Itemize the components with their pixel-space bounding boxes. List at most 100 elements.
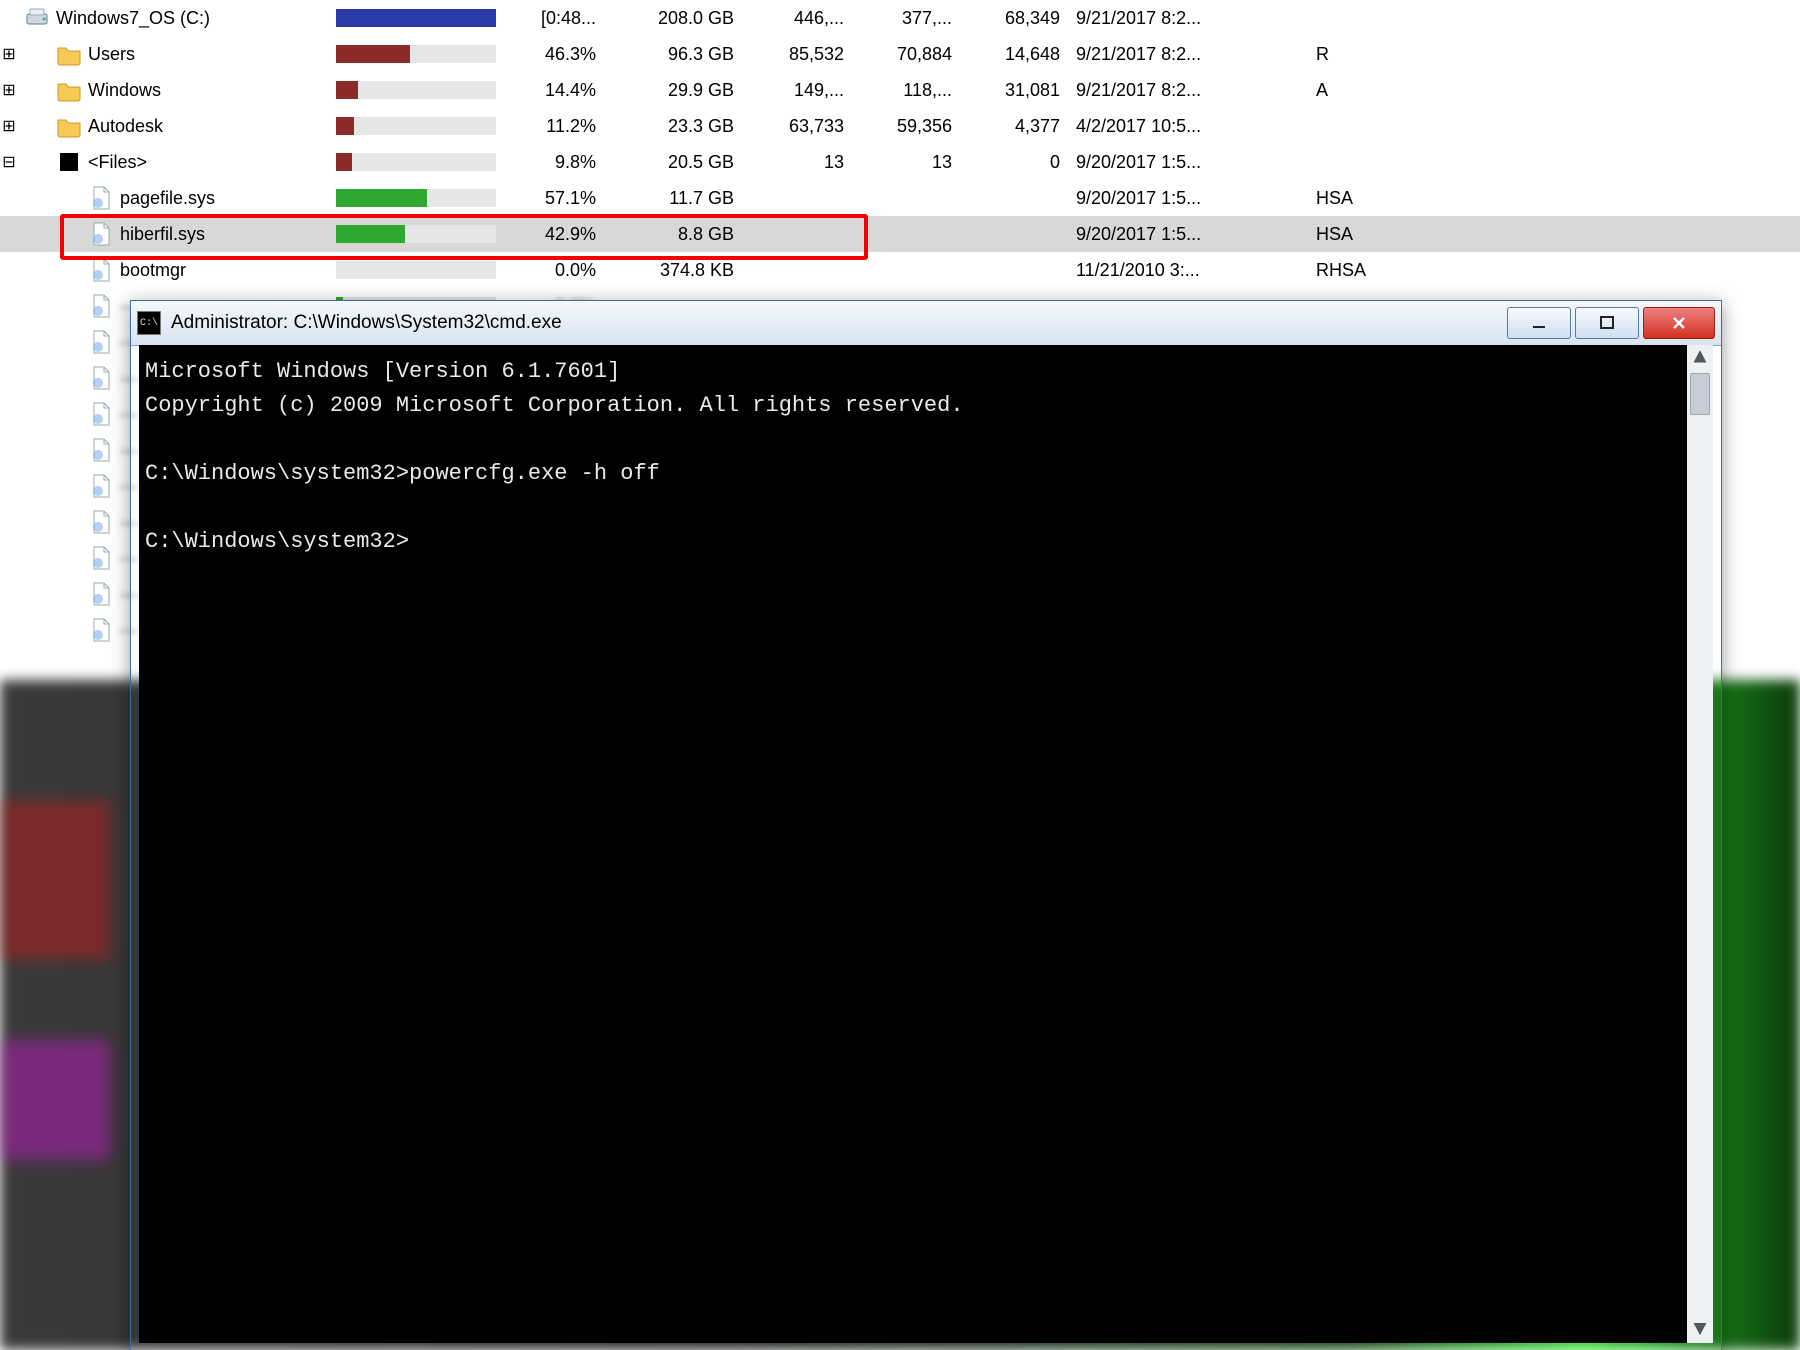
folder-icon [56,113,82,139]
tree-row[interactable]: ⊞ Windows 14.4%29.9 GB149,...118,...31,081… [0,72,1800,108]
cmd-title: Administrator: C:\Windows\System32\cmd.e… [171,312,1503,334]
folders-cell: 118,... [852,80,960,101]
attr-cell: A [1306,80,1406,101]
usage-bar [336,9,506,27]
cmd-line: Microsoft Windows [Version 6.1.7601] [145,355,1707,389]
usage-bar [336,261,506,279]
date-cell: 4/2/2017 10:5... [1068,116,1306,137]
usage-bar [336,225,506,243]
usage-bar [336,153,506,171]
items-cell: 68,349 [960,8,1068,29]
tree-row[interactable]: ·hiberfil.sys42.9%8.8 GB9/20/2017 1:5...… [0,216,1800,252]
item-name: <Files> [88,152,336,173]
drive-icon [24,5,50,31]
item-name: hiberfil.sys [120,224,336,245]
close-button[interactable] [1643,307,1715,339]
percent-cell: 46.3% [506,44,604,65]
date-cell: 9/21/2017 8:2... [1068,80,1306,101]
scroll-down-icon[interactable]: ▼ [1687,1317,1713,1343]
files-cell: 149,... [744,80,852,101]
maximize-button[interactable] [1575,307,1639,339]
cmd-icon: C:\ [137,311,161,335]
percent-cell: 14.4% [506,80,604,101]
usage-bar [336,189,506,207]
file-icon [88,257,114,283]
scroll-up-icon[interactable]: ▲ [1687,345,1713,371]
items-cell: 0 [960,152,1068,173]
usage-bar [336,81,506,99]
cmd-line [145,423,1707,457]
files-cell: 85,532 [744,44,852,65]
date-cell: 9/21/2017 8:2... [1068,44,1306,65]
items-cell: 31,081 [960,80,1068,101]
percent-cell: 42.9% [506,224,604,245]
percent-cell: [0:48... [506,8,604,29]
items-cell: 4,377 [960,116,1068,137]
cmd-window[interactable]: C:\ Administrator: C:\Windows\System32\c… [130,300,1722,1350]
collapse-icon[interactable]: ⊟ [0,152,18,172]
date-cell: 9/21/2017 8:2... [1068,8,1306,29]
cmd-body[interactable]: Microsoft Windows [Version 6.1.7601]Copy… [139,345,1713,1343]
percent-cell: 11.2% [506,116,604,137]
blackbox-icon [56,149,82,175]
percent-cell: 57.1% [506,188,604,209]
tree-row[interactable]: ·bootmgr0.0%374.8 KB11/21/2010 3:...RHSA [0,252,1800,288]
folder-icon [56,41,82,67]
size-cell: 374.8 KB [604,260,744,281]
cmd-output: Microsoft Windows [Version 6.1.7601]Copy… [145,355,1707,559]
percent-cell: 0.0% [506,260,604,281]
date-cell: 9/20/2017 1:5... [1068,224,1306,245]
cmd-titlebar[interactable]: C:\ Administrator: C:\Windows\System32\c… [131,301,1721,346]
expand-icon[interactable]: ⊞ [0,116,18,136]
item-name: bootmgr [120,260,336,281]
item-name: Autodesk [88,116,336,137]
item-name: Users [88,44,336,65]
attr-cell: RHSA [1306,260,1406,281]
item-name: Windows7_OS (C:) [56,8,336,29]
percent-cell: 9.8% [506,152,604,173]
size-cell: 29.9 GB [604,80,744,101]
folder-icon [56,77,82,103]
cmd-line: C:\Windows\system32> [145,525,1707,559]
attr-cell: R [1306,44,1406,65]
usage-bar [336,117,506,135]
tree-row[interactable]: ·pagefile.sys57.1%11.7 GB9/20/2017 1:5..… [0,180,1800,216]
folders-cell: 70,884 [852,44,960,65]
size-cell: 11.7 GB [604,188,744,209]
folders-cell: 377,... [852,8,960,29]
date-cell: 9/20/2017 1:5... [1068,152,1306,173]
scroll-thumb[interactable] [1690,373,1710,415]
cmd-line [145,491,1707,525]
files-cell: 63,733 [744,116,852,137]
size-cell: 208.0 GB [604,8,744,29]
attr-cell: HSA [1306,188,1406,209]
usage-bar [336,45,506,63]
item-name: pagefile.sys [120,188,336,209]
folders-cell: 59,356 [852,116,960,137]
size-cell: 96.3 GB [604,44,744,65]
minimize-button[interactable] [1507,307,1571,339]
size-cell: 20.5 GB [604,152,744,173]
items-cell: 14,648 [960,44,1068,65]
file-icon [88,221,114,247]
expand-icon[interactable]: ⊞ [0,44,18,64]
tree-row[interactable]: ⊞ Autodesk 11.2%23.3 GB63,73359,3564,3774/… [0,108,1800,144]
cmd-line: C:\Windows\system32>powercfg.exe -h off [145,457,1707,491]
tree-row[interactable]: ·Windows7_OS (C:)[0:48...208.0 GB446,...… [0,0,1800,36]
expand-icon[interactable]: ⊞ [0,80,18,100]
cmd-line: Copyright (c) 2009 Microsoft Corporation… [145,389,1707,423]
files-cell: 446,... [744,8,852,29]
size-cell: 8.8 GB [604,224,744,245]
folders-cell: 13 [852,152,960,173]
date-cell: 9/20/2017 1:5... [1068,188,1306,209]
files-cell: 13 [744,152,852,173]
item-name: Windows [88,80,336,101]
tree-row[interactable]: ⊟<Files>9.8%20.5 GB131309/20/2017 1:5... [0,144,1800,180]
date-cell: 11/21/2010 3:... [1068,260,1306,281]
attr-cell: HSA [1306,224,1406,245]
tree-row[interactable]: ⊞ Users 46.3%96.3 GB85,53270,88414,6489/21… [0,36,1800,72]
cmd-scrollbar[interactable]: ▲ ▼ [1687,345,1713,1343]
size-cell: 23.3 GB [604,116,744,137]
file-icon [88,185,114,211]
window-buttons [1503,307,1715,339]
